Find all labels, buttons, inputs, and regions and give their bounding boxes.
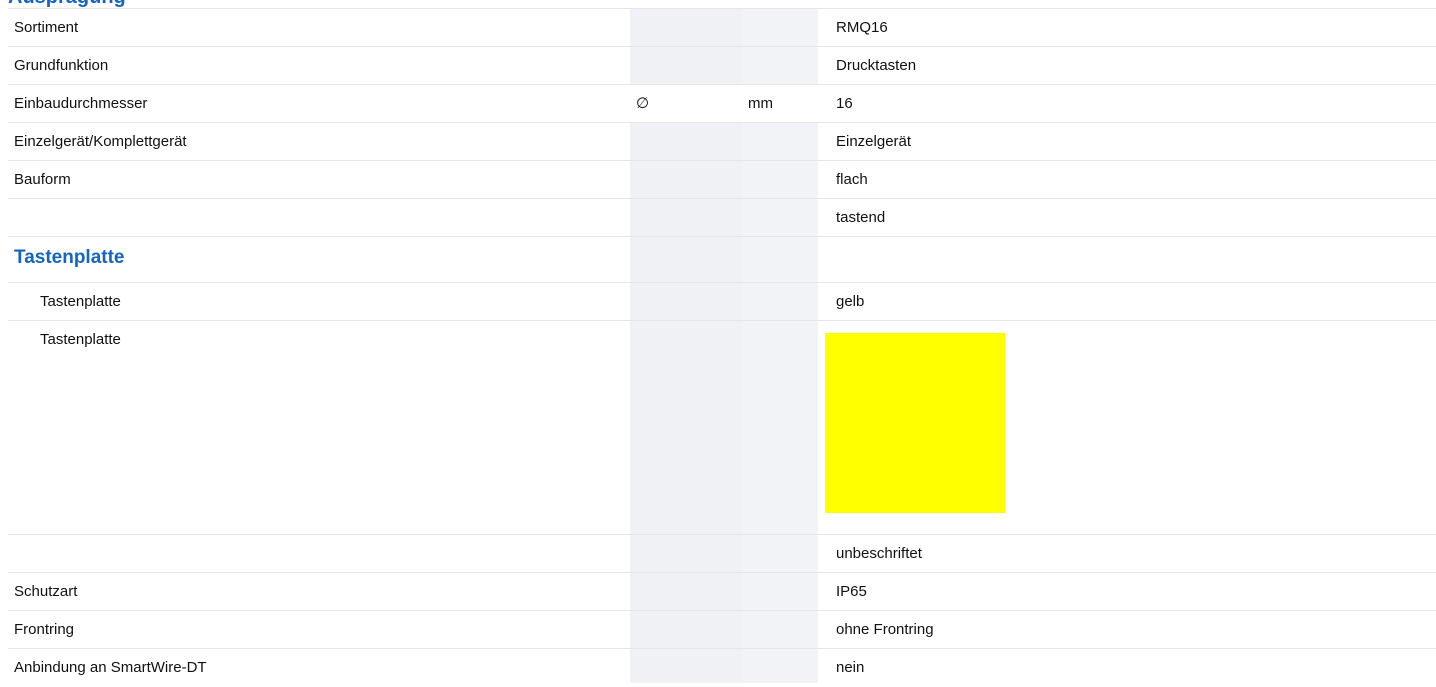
unit-cell — [742, 9, 818, 47]
value-cell — [818, 321, 1436, 535]
product-spec-table: Ausprägung Sortiment RMQ16 Grundfunktion… — [0, 0, 1436, 683]
row-label-einzelgeraet: Einzelgerät/Komplettgerät — [14, 133, 187, 150]
value-cell: flach — [818, 161, 1436, 199]
row-value-tastenplatte-farbe: gelb — [836, 293, 865, 310]
row-label-smartwire: Anbindung an SmartWire-DT — [14, 659, 207, 676]
table-row: Bauform flach — [0, 161, 1436, 199]
table-row: Einbaudurchmesser ∅ mm 16 — [0, 85, 1436, 123]
unit-cell — [742, 535, 818, 573]
unit-cell — [742, 321, 818, 535]
diameter-symbol: ∅ — [636, 95, 650, 112]
row-value-frontring: ohne Frontring — [836, 621, 934, 638]
value-cell: 16 — [818, 85, 1436, 123]
unit-cell: mm — [742, 85, 818, 123]
unit-cell — [742, 649, 818, 683]
row-value-grundfunktion: Drucktasten — [836, 57, 917, 74]
row-value-sortiment: RMQ16 — [836, 19, 888, 36]
value-cell: Einzelgerät — [818, 123, 1436, 161]
symbol-cell — [630, 123, 742, 161]
yellow-color-swatch — [825, 333, 1005, 513]
unit-cell — [742, 237, 818, 283]
symbol-cell — [630, 573, 742, 611]
table-row: Frontring ohne Frontring — [0, 611, 1436, 649]
unit-cell — [742, 161, 818, 199]
value-cell: IP65 — [818, 573, 1436, 611]
row-label-sortiment: Sortiment — [14, 19, 79, 36]
unit-cell — [742, 47, 818, 85]
symbol-cell — [630, 283, 742, 321]
row-label-frontring: Frontring — [14, 621, 75, 638]
unit-cell — [742, 573, 818, 611]
symbol-cell — [630, 611, 742, 649]
value-cell: RMQ16 — [818, 9, 1436, 47]
unit-cell — [742, 611, 818, 649]
row-label-schutzart: Schutzart — [14, 583, 78, 600]
row-label-einbaudurchmesser: Einbaudurchmesser — [14, 95, 148, 112]
table-row: tastend — [0, 199, 1436, 237]
row-label-tastenplatte: Tastenplatte — [40, 293, 121, 310]
symbol-cell — [630, 649, 742, 683]
symbol-cell — [630, 237, 742, 283]
section-heading-row: Tastenplatte — [0, 237, 1436, 283]
row-label-bauform: Bauform — [14, 171, 71, 188]
table-row: Schutzart IP65 — [0, 573, 1436, 611]
unit-cell — [742, 199, 818, 237]
row-value-einbaudurchmesser: 16 — [836, 95, 853, 112]
symbol-cell — [630, 47, 742, 85]
table-row: Anbindung an SmartWire-DT nein — [0, 649, 1436, 683]
section-title-auspraegung: Ausprägung — [8, 0, 126, 8]
symbol-cell — [630, 161, 742, 199]
value-cell: unbeschriftet — [818, 535, 1436, 573]
row-label-grundfunktion: Grundfunktion — [14, 57, 109, 74]
table-row: Tastenplatte — [0, 321, 1436, 535]
symbol-cell — [630, 321, 742, 535]
row-value-schutzart: IP65 — [836, 583, 867, 600]
value-cell: gelb — [818, 283, 1436, 321]
table-row: Grundfunktion Drucktasten — [0, 47, 1436, 85]
table-row: unbeschriftet — [0, 535, 1436, 573]
row-value-tastend: tastend — [836, 209, 886, 226]
section-title-tastenplatte: Tastenplatte — [14, 247, 125, 268]
table-row: Tastenplatte gelb — [0, 283, 1436, 321]
row-label-tastenplatte-swatch: Tastenplatte — [40, 331, 121, 348]
unit-cell — [742, 283, 818, 321]
symbol-cell — [630, 199, 742, 237]
unit-cell — [742, 123, 818, 161]
value-cell: ohne Frontring — [818, 611, 1436, 649]
value-cell: Drucktasten — [818, 47, 1436, 85]
table-row: Sortiment RMQ16 — [0, 9, 1436, 47]
table-row: Einzelgerät/Komplettgerät Einzelgerät — [0, 123, 1436, 161]
symbol-cell — [630, 9, 742, 47]
unit-mm: mm — [748, 95, 773, 112]
value-cell: tastend — [818, 199, 1436, 237]
row-value-unbeschriftet: unbeschriftet — [836, 545, 922, 562]
row-value-einzelgeraet: Einzelgerät — [836, 133, 912, 150]
row-value-smartwire: nein — [836, 659, 865, 676]
symbol-cell: ∅ — [630, 85, 742, 123]
row-value-bauform: flach — [836, 171, 868, 188]
value-cell: nein — [818, 649, 1436, 687]
symbol-cell — [630, 535, 742, 573]
